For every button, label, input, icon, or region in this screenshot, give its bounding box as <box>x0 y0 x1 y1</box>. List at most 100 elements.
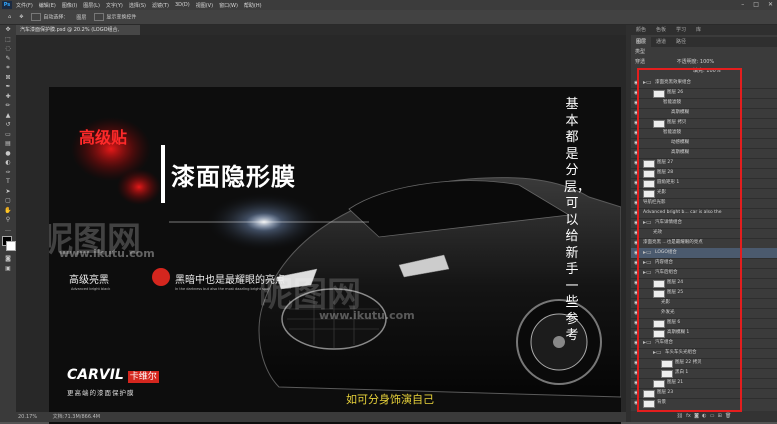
visibility-eye-icon[interactable]: ◉ <box>634 318 638 328</box>
mask-icon[interactable]: ◙ <box>694 413 699 419</box>
visibility-eye-icon[interactable]: ◉ <box>634 178 638 188</box>
visibility-eye-icon[interactable]: ◉ <box>634 108 638 118</box>
visibility-eye-icon[interactable]: ◉ <box>634 98 638 108</box>
show-transform-checkbox[interactable]: 显示变换控件 <box>94 13 136 21</box>
marquee-icon[interactable]: ⬚ <box>0 35 16 45</box>
hand-icon[interactable]: ✋ <box>0 206 16 216</box>
zoom-icon[interactable]: ⚲ <box>0 215 16 225</box>
crop-icon[interactable]: ⌗ <box>0 63 16 73</box>
menu-help[interactable]: 帮助(H) <box>244 2 262 9</box>
folder-icon[interactable]: ▸▭ <box>643 218 652 228</box>
layer-select-dropdown[interactable]: 图层 <box>76 14 86 21</box>
tab-swatches[interactable]: 色板 <box>651 25 671 35</box>
visibility-eye-icon[interactable]: ◉ <box>634 78 638 88</box>
visibility-eye-icon[interactable]: ◉ <box>634 338 638 348</box>
history-brush-icon[interactable]: ↺ <box>0 120 16 130</box>
opacity-value[interactable]: 100% <box>700 59 714 65</box>
visibility-eye-icon[interactable]: ◉ <box>634 118 638 128</box>
visibility-eye-icon[interactable]: ◉ <box>634 368 638 378</box>
quick-select-icon[interactable]: ✎ <box>0 54 16 64</box>
visibility-eye-icon[interactable]: ◉ <box>634 238 638 248</box>
dodge-icon[interactable]: ◐ <box>0 158 16 168</box>
blur-icon[interactable]: ● <box>0 149 16 159</box>
menu-filter[interactable]: 滤镜(T) <box>152 2 169 9</box>
visibility-eye-icon[interactable]: ◉ <box>634 158 638 168</box>
visibility-eye-icon[interactable]: ◉ <box>634 228 638 238</box>
artboard[interactable]: 高级贴 漆面隐形膜 高级亮黑 黑暗中也是最耀眼的亮点 Advanced brig… <box>49 87 621 424</box>
menu-edit[interactable]: 编辑(E) <box>39 2 56 9</box>
move-icon[interactable]: ✥ <box>0 25 16 35</box>
tab-paths[interactable]: 路径 <box>671 37 691 47</box>
visibility-eye-icon[interactable]: ◉ <box>634 268 638 278</box>
lasso-icon[interactable]: ◌ <box>0 44 16 54</box>
document-tab[interactable]: 汽车漆面保护膜.psd @ 20.2% (LOGO组合, RGB/8#) × <box>16 25 140 43</box>
visibility-eye-icon[interactable]: ◉ <box>634 88 638 98</box>
visibility-eye-icon[interactable]: ◉ <box>634 308 638 318</box>
menu-view[interactable]: 视图(V) <box>196 2 213 9</box>
move-tool-icon[interactable]: ✥ <box>19 14 23 20</box>
visibility-eye-icon[interactable]: ◉ <box>634 278 638 288</box>
visibility-eye-icon[interactable]: ◉ <box>634 138 638 148</box>
menu-3d[interactable]: 3D(D) <box>175 2 190 8</box>
gradient-icon[interactable]: ▤ <box>0 139 16 149</box>
tab-layers[interactable]: 图层 <box>631 37 652 47</box>
new-layer-icon[interactable]: ⊞ <box>718 413 722 419</box>
visibility-eye-icon[interactable]: ◉ <box>634 168 638 178</box>
menu-image[interactable]: 图像(I) <box>62 2 77 9</box>
menu-select[interactable]: 选择(S) <box>129 2 146 9</box>
visibility-eye-icon[interactable]: ◉ <box>634 128 638 138</box>
folder-icon[interactable]: ▸▭ <box>643 268 652 278</box>
canvas-area[interactable]: 高级贴 漆面隐形膜 高级亮黑 黑暗中也是最耀眼的亮点 Advanced brig… <box>16 35 626 424</box>
visibility-eye-icon[interactable]: ◉ <box>634 398 638 408</box>
stamp-icon[interactable]: ▲ <box>0 111 16 121</box>
adjustment-icon[interactable]: ◐ <box>702 413 706 419</box>
home-icon[interactable]: ⌂ <box>8 14 11 20</box>
folder-icon[interactable]: ▸▭ <box>643 338 652 348</box>
visibility-eye-icon[interactable]: ◉ <box>634 328 638 338</box>
quick-mask-icon[interactable]: ◙ <box>0 254 16 264</box>
kind-filter[interactable]: 类型 <box>635 49 645 55</box>
tab-learn[interactable]: 学习 <box>671 25 691 35</box>
fx-icon[interactable]: fx <box>686 413 691 419</box>
visibility-eye-icon[interactable]: ◉ <box>634 148 638 158</box>
minimize-icon[interactable]: – <box>741 1 744 8</box>
healing-icon[interactable]: ✚ <box>0 92 16 102</box>
zoom-level[interactable]: 20.17% <box>18 414 37 420</box>
visibility-eye-icon[interactable]: ◉ <box>634 188 638 198</box>
folder-icon[interactable]: ▸▭ <box>643 248 652 258</box>
visibility-eye-icon[interactable]: ◉ <box>634 248 638 258</box>
visibility-eye-icon[interactable]: ◉ <box>634 218 638 228</box>
more-tools-icon[interactable]: … <box>0 225 16 235</box>
menu-type[interactable]: 文字(Y) <box>106 2 123 9</box>
frame-icon[interactable]: ⊠ <box>0 73 16 83</box>
tab-color[interactable]: 颜色 <box>631 25 651 35</box>
visibility-eye-icon[interactable]: ◉ <box>634 348 638 358</box>
path-select-icon[interactable]: ➤ <box>0 187 16 197</box>
new-group-icon[interactable]: ▭ <box>710 413 715 419</box>
visibility-eye-icon[interactable]: ◉ <box>634 358 638 368</box>
visibility-eye-icon[interactable]: ◉ <box>634 208 638 218</box>
visibility-eye-icon[interactable]: ◉ <box>634 198 638 208</box>
type-icon[interactable]: T <box>0 177 16 187</box>
link-icon[interactable]: ⛓ <box>677 413 683 419</box>
visibility-eye-icon[interactable]: ◉ <box>634 378 638 388</box>
screen-mode-icon[interactable]: ▣ <box>0 264 16 274</box>
visibility-eye-icon[interactable]: ◉ <box>634 298 638 308</box>
tab-channels[interactable]: 通道 <box>651 37 671 47</box>
folder-icon[interactable]: ▸▭ <box>643 258 652 268</box>
layer-row[interactable]: ◉ 背景 <box>631 398 777 408</box>
folder-icon[interactable]: ▸▭ <box>643 78 652 88</box>
pen-icon[interactable]: ✑ <box>0 168 16 178</box>
menu-window[interactable]: 窗口(W) <box>219 2 238 9</box>
visibility-eye-icon[interactable]: ◉ <box>634 288 638 298</box>
folder-icon[interactable]: ▸▭ <box>653 348 662 358</box>
tab-libraries[interactable]: 库 <box>691 25 706 35</box>
eyedropper-icon[interactable]: ✒ <box>0 82 16 92</box>
visibility-eye-icon[interactable]: ◉ <box>634 388 638 398</box>
doc-size[interactable]: 文档:71.3M/866.4M <box>53 414 100 420</box>
menu-file[interactable]: 文件(F) <box>16 2 33 9</box>
shape-icon[interactable]: ▢ <box>0 196 16 206</box>
blend-mode[interactable]: 穿透 <box>635 59 645 65</box>
close-icon[interactable]: ✕ <box>768 1 773 8</box>
visibility-eye-icon[interactable]: ◉ <box>634 258 638 268</box>
